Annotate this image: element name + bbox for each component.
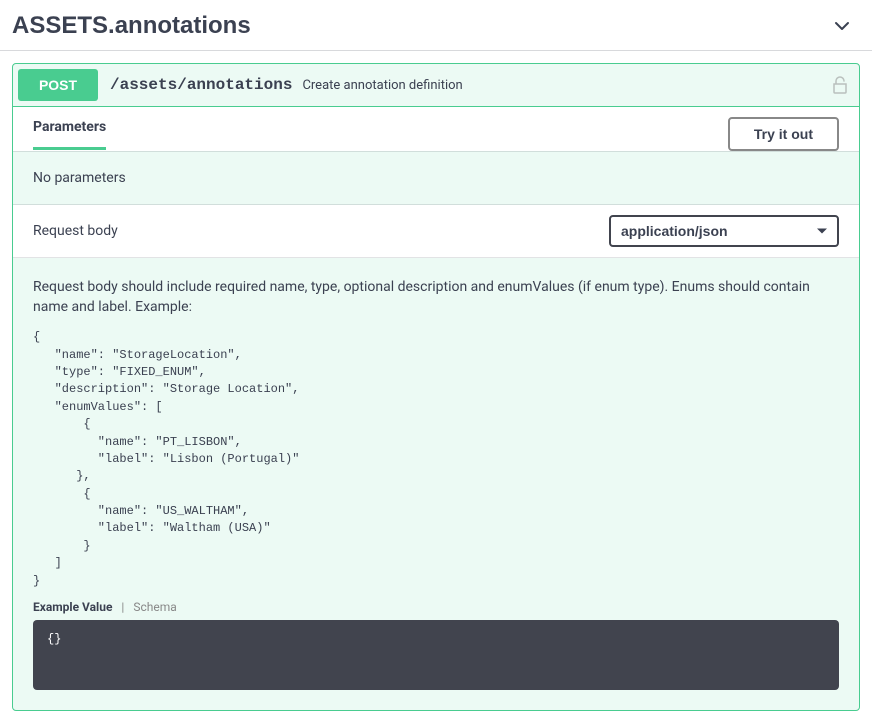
request-body-description: Request body should include required nam…: [33, 278, 839, 317]
request-body-content: Request body should include required nam…: [13, 258, 859, 710]
chevron-down-icon[interactable]: [832, 16, 852, 36]
tab-example-value[interactable]: Example Value: [33, 600, 112, 614]
example-code-block[interactable]: {}: [33, 620, 839, 690]
request-body-label: Request body: [33, 223, 118, 239]
try-it-out-button[interactable]: Try it out: [728, 117, 839, 151]
no-parameters-notice: No parameters: [13, 151, 859, 205]
tab-separator: |: [121, 600, 124, 614]
section-header[interactable]: ASSETS.annotations: [0, 0, 872, 51]
http-method-badge: POST: [18, 69, 98, 101]
parameters-header-row: Parameters Try it out: [13, 107, 859, 151]
operation-description: Create annotation definition: [302, 78, 832, 93]
unlock-icon[interactable]: [832, 76, 848, 94]
request-body-example-json: { "name": "StorageLocation", "type": "FI…: [33, 329, 839, 590]
content-type-select[interactable]: application/json: [609, 215, 839, 247]
endpoint-path: /assets/annotations: [110, 76, 292, 94]
operation-block: POST /assets/annotations Create annotati…: [12, 63, 860, 711]
operation-summary[interactable]: POST /assets/annotations Create annotati…: [13, 64, 859, 107]
request-body-header: Request body application/json: [13, 205, 859, 258]
tab-parameters[interactable]: Parameters: [33, 119, 106, 150]
section-title: ASSETS.annotations: [12, 12, 251, 40]
tab-schema[interactable]: Schema: [133, 600, 176, 614]
example-tabs: Example Value | Schema: [33, 600, 839, 614]
